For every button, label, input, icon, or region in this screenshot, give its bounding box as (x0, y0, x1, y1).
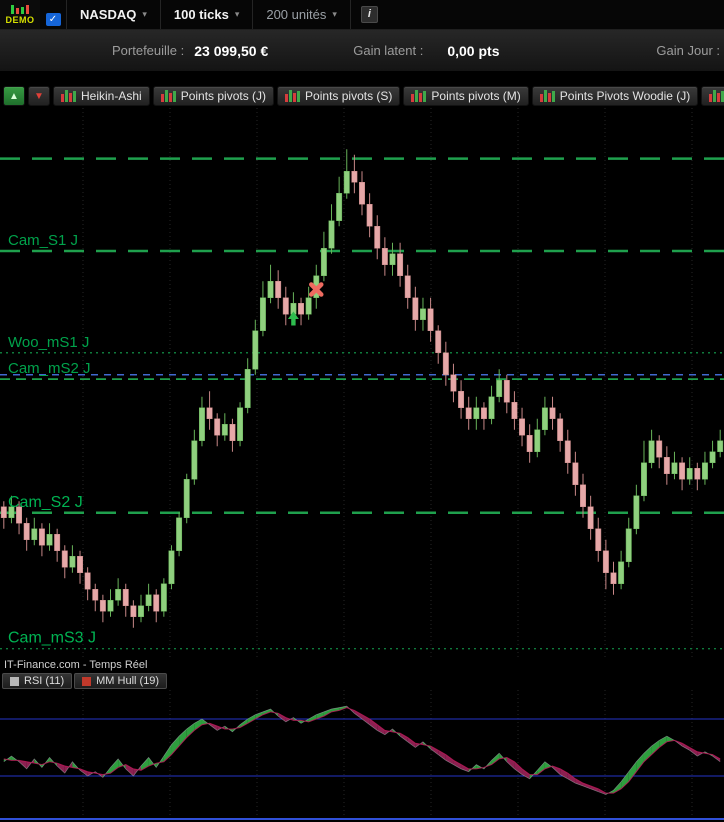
quantity-selector[interactable]: 200 unités ▾ (252, 0, 350, 29)
candles-icon (285, 90, 301, 102)
chevron-down-icon: ▾ (234, 9, 240, 19)
down-arrow-icon: ▼ (34, 90, 44, 102)
indicator-button-label: Heikin-Ashi (81, 89, 142, 103)
portfolio-group: Portefeuille : 23 099,50 € (112, 43, 268, 59)
indicator-button-label: Points pivots (M) (431, 89, 521, 103)
legend-mm-hull-button[interactable]: MM Hull (19) (74, 673, 168, 689)
demo-candles-icon (11, 4, 29, 14)
info-icon[interactable]: i (360, 6, 378, 23)
indicator-button-points-pivots-s[interactable]: Points pivots (S) (277, 86, 401, 106)
demo-badge-label: DEMO (5, 15, 35, 25)
svg-text:Cam_mS3 J: Cam_mS3 J (8, 630, 96, 647)
rsi-chart-canvas[interactable] (0, 690, 724, 818)
svg-text:Cam_S1 J: Cam_S1 J (8, 232, 78, 249)
info-cell: i (349, 0, 388, 29)
svg-text:Cam_S2 J: Cam_S2 J (8, 494, 83, 511)
day-gain-group: Gain Jour : (656, 43, 724, 58)
legend-rsi-label: RSI (11) (24, 675, 65, 687)
latent-gain-group: Gain latent : 0,00 pts (353, 43, 499, 59)
rsi-panel[interactable] (0, 690, 724, 818)
down-arrow-button[interactable]: ▼ (28, 86, 50, 106)
indicator-button-heikin-ashi[interactable]: Heikin-Ashi (53, 86, 150, 106)
up-arrow-button[interactable]: ▲ (3, 86, 25, 106)
legend-rsi-button[interactable]: RSI (11) (2, 673, 73, 689)
svg-text:Cam_mS2 J: Cam_mS2 J (8, 360, 91, 377)
legend-swatch-mm-hull (82, 676, 92, 686)
svg-text:Woo_mS1 J: Woo_mS1 J (8, 334, 89, 351)
chevron-down-icon: ▾ (332, 9, 337, 19)
status-cell: ✓ (40, 0, 66, 29)
panel-divider (0, 818, 724, 822)
indicator-button-label: Points pivots (J) (180, 89, 267, 103)
trading-app: DEMO ✓ NASDAQ ▾ 100 ticks ▾ 200 unités ▾… (0, 0, 724, 822)
top-toolbar: DEMO ✓ NASDAQ ▾ 100 ticks ▾ 200 unités ▾… (0, 0, 724, 30)
price-chart-canvas[interactable]: Cam_S1 J Woo_mS1 J Cam_mS2 J Cam_S2 J Cam_mS… (0, 108, 724, 658)
latent-gain-label: Gain latent : (353, 43, 424, 58)
indicator-button-points-pivots-m[interactable]: Points pivots (M) (403, 86, 529, 106)
indicator-button-label: Points pivots (S) (305, 89, 393, 103)
portfolio-value: 23 099,50 € (194, 42, 269, 59)
indicator-button-label: Points Pivots Woodie (J) (559, 89, 691, 103)
timeframe-label: 100 ticks (173, 7, 229, 22)
latent-gain-value: 0,00 pts (447, 42, 500, 59)
instrument-selector[interactable]: NASDAQ ▾ (66, 0, 160, 29)
quantity-label: 200 unités (266, 7, 327, 22)
spacer (0, 72, 724, 84)
connection-status-icon[interactable]: ✓ (45, 13, 61, 26)
instrument-label: NASDAQ (80, 7, 137, 22)
indicator-button-points-pivots-j[interactable]: Points pivots (J) (152, 86, 275, 106)
demo-account-badge[interactable]: DEMO (0, 0, 40, 29)
candles-icon (709, 90, 724, 102)
account-bar: Portefeuille : 23 099,50 € Gain latent :… (0, 30, 724, 72)
chevron-down-icon: ▾ (142, 9, 147, 19)
indicator-button-truncated[interactable]: P (701, 86, 724, 106)
legend-swatch-rsi (10, 676, 19, 686)
oscillator-legend: RSI (11) MM Hull (19) (2, 673, 168, 689)
chart-footer: IT-Finance.com - Temps Réel RSI (11) MM … (0, 658, 724, 690)
watermark: IT-Finance.com - Temps Réel (4, 659, 148, 671)
indicator-button-points-pivots-woodie-j[interactable]: Points Pivots Woodie (J) (531, 86, 699, 106)
up-arrow-icon: ▲ (9, 90, 19, 102)
candles-icon (61, 90, 76, 102)
candles-icon (411, 90, 427, 102)
candles-icon (160, 90, 176, 102)
day-gain-label: Gain Jour : (656, 43, 720, 58)
price-chart[interactable]: Cam_S1 J Woo_mS1 J Cam_mS2 J Cam_S2 J Cam_mS… (0, 108, 724, 658)
timeframe-selector[interactable]: 100 ticks ▾ (159, 0, 252, 29)
portfolio-label: Portefeuille : (112, 43, 185, 58)
indicator-toolbar: ▲ ▼ Heikin-Ashi Points pivots (J) Points… (0, 84, 724, 108)
legend-mm-hull-label: MM Hull (19) (96, 675, 160, 687)
candles-icon (539, 90, 555, 102)
